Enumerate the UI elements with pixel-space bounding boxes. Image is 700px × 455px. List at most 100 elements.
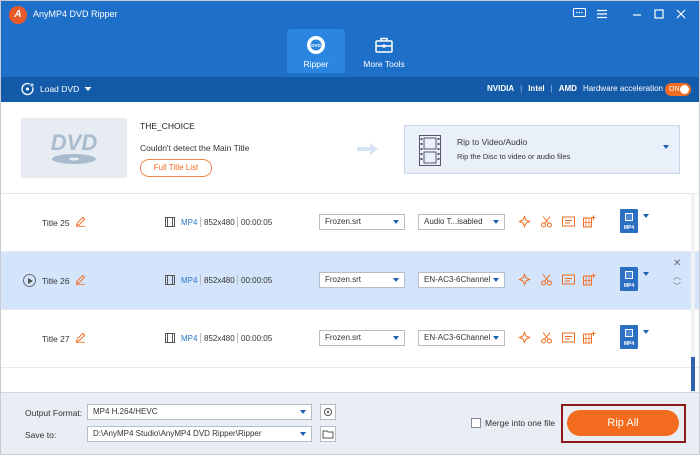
tab-more-tools[interactable]: More Tools	[355, 29, 413, 73]
film-strip-icon	[419, 135, 441, 166]
svg-text:DVD: DVD	[51, 130, 98, 155]
edit-effects-icon[interactable]	[583, 215, 596, 228]
audio-track-select[interactable]: EN-AC3-6Channel	[418, 330, 505, 346]
audio-track-value: EN-AC3-6Channel	[424, 333, 491, 342]
menu-icon[interactable]	[594, 7, 610, 23]
title-resolution: 852x480	[204, 334, 235, 343]
load-dvd-button[interactable]: Load DVD	[21, 82, 92, 96]
edit-effects-icon[interactable]	[583, 331, 596, 344]
film-icon	[165, 333, 175, 343]
audio-track-select[interactable]: Audio T...isabled	[418, 214, 505, 230]
divider	[200, 333, 201, 343]
title-name: Title 25	[42, 218, 70, 228]
feedback-icon[interactable]	[571, 7, 587, 23]
move-down-icon[interactable]: ﹀	[673, 281, 681, 292]
hw-accel-toggle[interactable]: ON	[665, 83, 691, 96]
chevron-down-icon	[663, 145, 669, 149]
subtitle-select[interactable]: Frozen.srt	[319, 272, 405, 288]
folder-icon	[322, 430, 334, 439]
minimize-icon[interactable]	[629, 7, 645, 23]
chevron-down-icon	[84, 87, 92, 91]
subtitle-icon[interactable]	[562, 215, 575, 228]
edit-effects-icon[interactable]	[583, 273, 596, 286]
amd-label: AMD	[558, 84, 577, 93]
edit-icon[interactable]	[75, 216, 86, 227]
subtitle-select[interactable]: Frozen.srt	[319, 330, 405, 346]
cut-icon[interactable]	[540, 273, 553, 286]
cut-icon[interactable]	[540, 331, 553, 344]
app-logo: A	[9, 6, 27, 24]
cut-icon[interactable]	[540, 215, 553, 228]
rip-all-button[interactable]: Rip All	[567, 410, 679, 436]
audio-track-select[interactable]: EN-AC3-6Channel	[418, 272, 505, 288]
toolbar: Load DVD NVIDIA | Intel | AMD Hardware acc…	[1, 77, 699, 102]
table-row[interactable]: Title 27 MP4 852x480 00:00:05 Frozen.srt…	[1, 310, 699, 368]
merge-checkbox[interactable]	[471, 418, 481, 428]
chevron-down-icon[interactable]	[643, 330, 649, 334]
chevron-down-icon	[493, 220, 499, 224]
scrollbar-thumb[interactable]	[691, 357, 695, 391]
format-settings-button[interactable]	[320, 404, 336, 420]
divider	[237, 217, 238, 227]
title-name: Title 26	[42, 276, 70, 286]
table-row[interactable]: Title 26 MP4 852x480 00:00:05 Frozen.srt…	[1, 252, 699, 310]
output-format-select[interactable]: MP4 H.264/HEVC	[87, 404, 312, 420]
film-icon	[165, 217, 175, 227]
close-icon[interactable]	[673, 7, 689, 23]
divider	[237, 275, 238, 285]
output-format-icon[interactable]: MP4	[620, 325, 638, 349]
output-format-value: MP4 H.264/HEVC	[93, 407, 158, 416]
dvd-logo-icon: DVD	[51, 130, 98, 164]
format-badge-label: MP4	[623, 225, 635, 231]
chevron-down-icon	[300, 410, 306, 414]
chevron-down-icon[interactable]	[643, 272, 649, 276]
title-bar: A AnyMP4 DVD Ripper	[1, 1, 699, 29]
subtitle-icon[interactable]	[562, 331, 575, 344]
save-to-label: Save to:	[25, 430, 57, 440]
chevron-down-icon	[300, 432, 306, 436]
intel-label: Intel	[528, 84, 545, 93]
nvidia-label: NVIDIA	[487, 84, 515, 93]
rip-to-video-audio-select[interactable]: Rip to Video/Audio Rip the Disc to video…	[404, 125, 680, 174]
enhance-icon[interactable]	[518, 331, 531, 344]
title-format: MP4	[181, 218, 198, 227]
detect-message: Couldn't detect the Main Title	[140, 143, 250, 153]
output-format-label: Output Format:	[25, 408, 83, 418]
load-dvd-label: Load DVD	[40, 84, 80, 94]
output-format-icon[interactable]: MP4	[620, 267, 638, 291]
chevron-down-icon	[393, 336, 399, 340]
play-icon[interactable]	[23, 274, 36, 287]
edit-icon[interactable]	[75, 274, 86, 285]
disc-name: THE_CHOICE	[140, 121, 195, 131]
disc-plus-icon	[21, 82, 35, 96]
output-format-icon[interactable]: MP4	[620, 209, 638, 233]
chevron-down-icon	[393, 220, 399, 224]
rip-to-title: Rip to Video/Audio	[457, 137, 528, 147]
title-resolution: 852x480	[204, 218, 235, 227]
open-folder-button[interactable]	[320, 426, 336, 442]
full-title-list-button[interactable]: Full Title List	[140, 159, 212, 177]
title-duration: 00:00:05	[241, 276, 273, 285]
enhance-icon[interactable]	[518, 273, 531, 286]
tab-ripper[interactable]: DVD Ripper	[287, 29, 345, 73]
title-format: MP4	[181, 276, 198, 285]
enhance-icon[interactable]	[518, 215, 531, 228]
arrow-right-icon	[357, 143, 378, 155]
edit-icon[interactable]	[75, 332, 86, 343]
chevron-down-icon	[493, 278, 499, 282]
divider	[237, 333, 238, 343]
tab-more-tools-label: More Tools	[363, 59, 405, 69]
maximize-icon[interactable]	[651, 7, 667, 23]
chevron-down-icon[interactable]	[643, 214, 649, 218]
hardware-acceleration: NVIDIA | Intel | AMD Hardware acceleration	[487, 84, 663, 93]
table-row[interactable]: Title 25 MP4 852x480 00:00:05 Frozen.srt…	[1, 194, 699, 252]
subtitle-select[interactable]: Frozen.srt	[319, 214, 405, 230]
merge-into-one-file[interactable]: Merge into one file	[471, 418, 555, 428]
hw-accel-label: Hardware acceleration	[582, 84, 663, 93]
subtitle-icon[interactable]	[562, 273, 575, 286]
save-to-select[interactable]: D:\AnyMP4 Studio\AnyMP4 DVD Ripper\Rippe…	[87, 426, 312, 442]
subtitle-value: Frozen.srt	[325, 333, 362, 342]
remove-title-icon[interactable]: ✕	[673, 258, 681, 269]
app-title: AnyMP4 DVD Ripper	[33, 9, 118, 19]
title-format: MP4	[181, 334, 198, 343]
